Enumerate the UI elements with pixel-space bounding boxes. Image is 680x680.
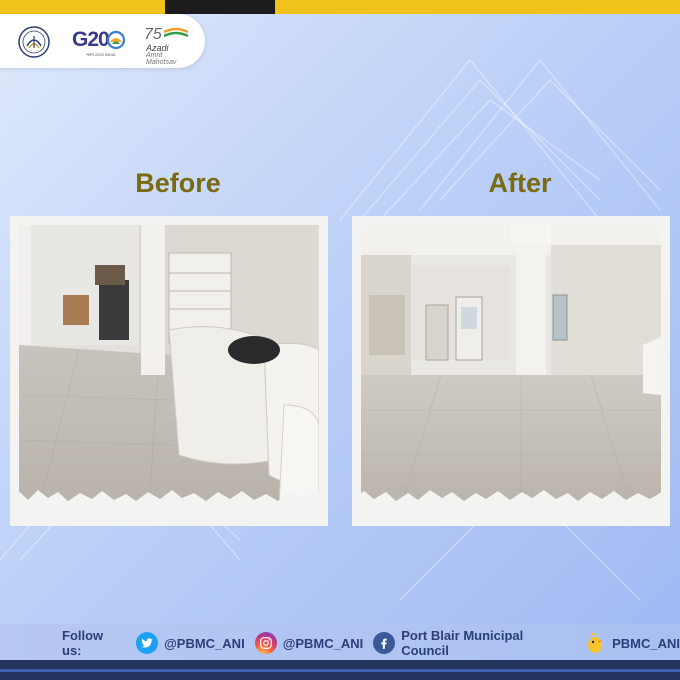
before-photo [10, 216, 328, 526]
facebook-icon [373, 632, 396, 654]
twitter-handle: @PBMC_ANI [164, 635, 245, 651]
top-accent-bar [0, 0, 680, 14]
before-label: Before [135, 168, 221, 198]
top-accent-dark-segment [165, 0, 275, 14]
emblem-icon [18, 26, 50, 58]
koo-link[interactable]: PBMC_ANI [584, 632, 680, 654]
after-label: After [488, 168, 552, 198]
azadi-logo-line2: Amrit Mahotsav [146, 52, 177, 66]
torn-paper-edge [352, 490, 670, 526]
torn-paper-edge [10, 490, 328, 526]
instagram-link[interactable]: @PBMC_ANI [254, 632, 364, 654]
g20-logo: G20 भारत 2023 INDIA [72, 28, 127, 58]
facebook-page-name: Port Blair Municipal Council [401, 628, 524, 658]
follow-us-label: Follow us: [62, 628, 104, 658]
lotus-globe-icon [106, 30, 126, 50]
instagram-icon [254, 632, 277, 654]
before-photo-image [19, 225, 319, 507]
twitter-link[interactable]: @PBMC_ANI [136, 632, 245, 654]
koo-icon [584, 632, 606, 654]
after-photo [352, 216, 670, 526]
tricolor-flag-icon [164, 28, 188, 38]
after-photo-image [361, 225, 661, 507]
footer-accent-line [0, 669, 680, 672]
g20-logo-subtext: भारत 2023 INDIA [86, 52, 116, 57]
azadi-logo: 75 Azadi Amrit Mahotsav [142, 26, 192, 66]
logo-panel: G20 भारत 2023 INDIA 75 Azadi Amrit Mahot… [0, 14, 205, 68]
instagram-handle: @PBMC_ANI [282, 635, 364, 651]
facebook-link[interactable]: Port Blair Municipal Council [373, 628, 574, 658]
social-links: Follow us: @PBMC_ANI @PBMC_ANI Port Blai… [62, 628, 680, 658]
twitter-icon [136, 632, 159, 654]
g20-logo-text: G20 [72, 28, 110, 51]
azadi-logo-number: 75 [144, 26, 162, 43]
koo-handle: PBMC_ANI [612, 635, 680, 651]
